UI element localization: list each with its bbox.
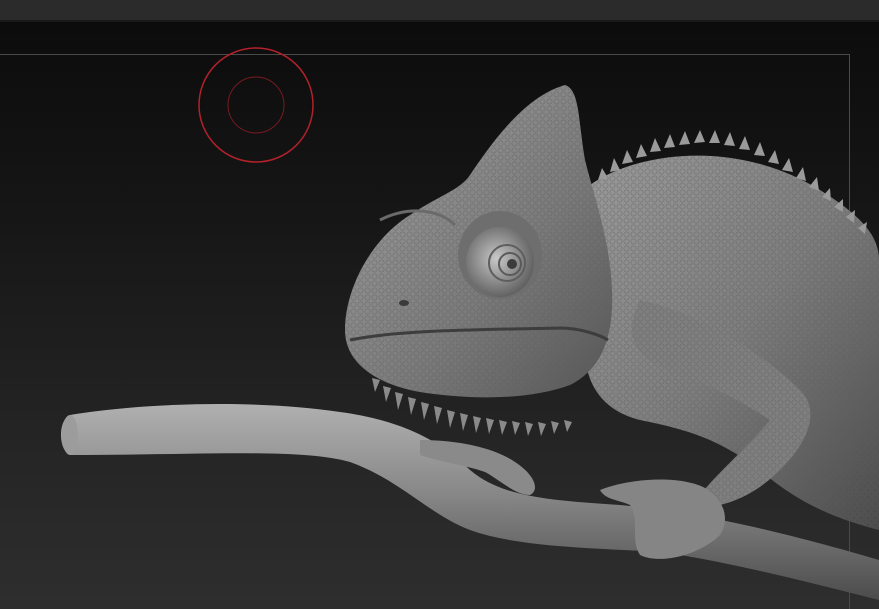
chameleon-eye xyxy=(458,211,542,299)
viewport-scene[interactable] xyxy=(0,0,879,609)
brush-cursor xyxy=(198,47,314,163)
